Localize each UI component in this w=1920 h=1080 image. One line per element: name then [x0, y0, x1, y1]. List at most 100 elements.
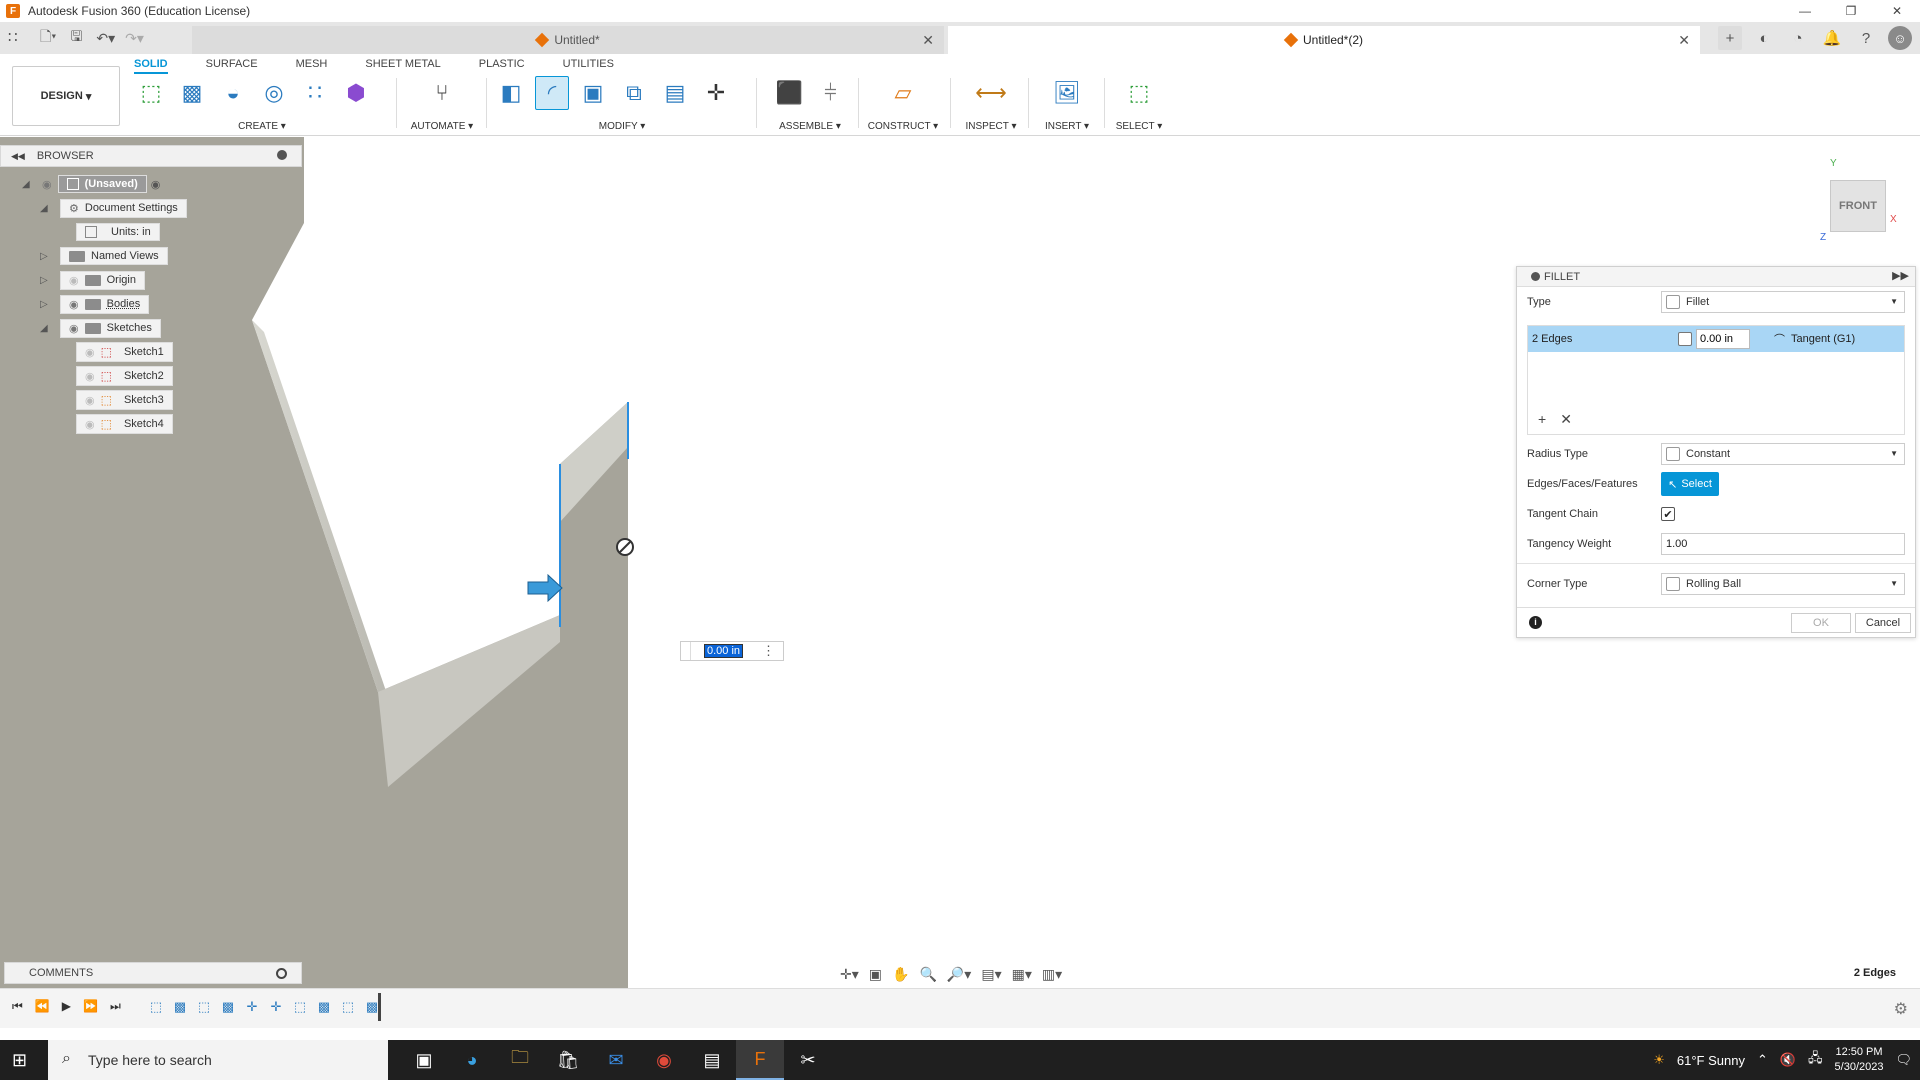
fusion-taskbar-icon[interactable]: F: [736, 1040, 784, 1080]
weather-text[interactable]: 61°F Sunny: [1677, 1053, 1745, 1068]
timeline-sketch-icon[interactable]: ⬚: [194, 997, 214, 1017]
construct-menu[interactable]: CONSTRUCT ▾: [860, 121, 946, 132]
display-settings-icon[interactable]: ▤▾: [981, 966, 1001, 983]
snipping-tool-icon[interactable]: ✂: [784, 1040, 832, 1080]
drag-grip[interactable]: [681, 642, 691, 660]
go-to-end-icon[interactable]: ⏭: [110, 999, 121, 1014]
visibility-eye-icon[interactable]: ◉: [69, 322, 79, 335]
network-icon[interactable]: 🖧: [1808, 1049, 1823, 1071]
continuity-selector[interactable]: ⌒ Tangent (G1): [1774, 331, 1855, 347]
edge-radius-input[interactable]: [1696, 329, 1750, 349]
new-component-icon[interactable]: ⬛: [773, 76, 807, 110]
tab-surface[interactable]: SURFACE: [206, 58, 258, 74]
browser-item-sketches[interactable]: ◢ ◉ Sketches: [40, 318, 161, 338]
browser-item-named-views[interactable]: ▷ Named Views: [40, 246, 168, 266]
hidden-eye-icon[interactable]: ◉: [69, 274, 79, 287]
step-forward-icon[interactable]: ⏩: [83, 999, 98, 1014]
press-pull-icon[interactable]: ◧: [494, 76, 528, 110]
edge-browser-icon[interactable]: ◕: [448, 1040, 496, 1080]
view-cube[interactable]: Y FRONT X Z: [1820, 158, 1900, 248]
notifications-bell-icon[interactable]: 🔔: [1820, 26, 1844, 50]
close-icon[interactable]: ✕: [1874, 0, 1920, 22]
cancel-button[interactable]: Cancel: [1855, 613, 1911, 633]
tab-untitled-2[interactable]: Untitled*(2) ✕: [948, 26, 1700, 54]
redo-icon[interactable]: ↷▾: [125, 30, 144, 47]
browser-item-sketch3[interactable]: ◉ ⬚ Sketch3: [76, 390, 173, 410]
hole-icon[interactable]: ◎: [257, 76, 291, 110]
fillet-manipulator-arrow[interactable]: [527, 573, 563, 603]
tab-mesh[interactable]: MESH: [296, 58, 328, 74]
app-window-icon[interactable]: ▤: [688, 1040, 736, 1080]
store-icon[interactable]: 🛍: [544, 1040, 592, 1080]
collapse-triangle-icon[interactable]: ◢: [22, 179, 34, 190]
go-to-start-icon[interactable]: ⏮: [12, 999, 23, 1014]
create-menu[interactable]: CREATE ▾: [134, 121, 390, 132]
extensions-icon[interactable]: ◐: [1752, 26, 1776, 50]
select-menu[interactable]: SELECT ▾: [1108, 121, 1170, 132]
pattern-icon[interactable]: ∷: [298, 76, 332, 110]
fit-icon[interactable]: 🔎▾: [947, 966, 971, 983]
job-status-icon[interactable]: ◔: [1786, 26, 1810, 50]
expand-triangle-icon[interactable]: ▷: [40, 275, 52, 286]
viewports-icon[interactable]: ▥▾: [1042, 966, 1062, 983]
add-comment-icon[interactable]: [276, 968, 287, 979]
hidden-eye-icon[interactable]: ◉: [85, 346, 95, 359]
extrude-icon[interactable]: ▩: [175, 76, 209, 110]
move-copy-icon[interactable]: ✛: [699, 76, 733, 110]
window-select-icon[interactable]: ⬚: [1122, 76, 1156, 110]
timeline-extrude-icon[interactable]: ▩: [218, 997, 238, 1017]
tab-untitled[interactable]: Untitled* ✕: [192, 26, 944, 54]
chrome-icon[interactable]: ◉: [640, 1040, 688, 1080]
grid-snaps-icon[interactable]: ▦▾: [1012, 966, 1032, 983]
activate-radio-icon[interactable]: ◉: [151, 178, 161, 191]
minimize-icon[interactable]: —: [1782, 0, 1828, 22]
browser-item-sketch1[interactable]: ◉ ⬚ Sketch1: [76, 342, 173, 362]
timeline-extrude-icon[interactable]: ▩: [170, 997, 190, 1017]
timeline-extrude-icon[interactable]: ▩: [314, 997, 334, 1017]
browser-item-sketch2[interactable]: ◉ ⬚ Sketch2: [76, 366, 173, 386]
step-back-icon[interactable]: ⏪: [35, 999, 50, 1014]
corner-type-dropdown[interactable]: Rolling Ball ▼: [1661, 573, 1905, 595]
timeline-sketch-icon[interactable]: ⬚: [290, 997, 310, 1017]
expand-triangle-icon[interactable]: ▷: [40, 251, 52, 262]
tangent-chain-checkbox[interactable]: ✔: [1661, 507, 1675, 521]
tab-utilities[interactable]: UTILITIES: [563, 58, 614, 74]
offset-plane-icon[interactable]: ▱: [886, 76, 920, 110]
hidden-eye-icon[interactable]: ◉: [85, 394, 95, 407]
type-dropdown[interactable]: Fillet ▼: [1661, 291, 1905, 313]
hidden-eye-icon[interactable]: ◉: [85, 370, 95, 383]
automate-menu[interactable]: AUTOMATE ▾: [404, 121, 480, 132]
tab-close-icon[interactable]: ✕: [1678, 32, 1690, 49]
clock[interactable]: 12:50 PM 5/30/2023: [1835, 1045, 1884, 1075]
browser-item-document-settings[interactable]: ◢ ⚙ Document Settings: [40, 198, 187, 218]
insert-menu[interactable]: INSERT ▾: [1034, 121, 1100, 132]
remove-selection-set-icon[interactable]: ✕: [1560, 411, 1572, 428]
joint-icon[interactable]: ⫩: [814, 76, 848, 110]
offset-face-icon[interactable]: ▤: [658, 76, 692, 110]
more-options-icon[interactable]: ⋮: [762, 643, 775, 659]
timeline-sketch-icon[interactable]: ⬚: [146, 997, 166, 1017]
form-icon[interactable]: ⬢: [339, 76, 373, 110]
workspace-switcher-button[interactable]: DESIGN ▾: [12, 66, 120, 126]
modify-menu[interactable]: MODIFY ▾: [494, 121, 750, 132]
edge-direction-icon[interactable]: [616, 538, 634, 556]
fillet-dialog-header[interactable]: FILLET ▶▶: [1517, 267, 1915, 287]
volume-muted-icon[interactable]: 🔇: [1780, 1052, 1796, 1068]
revolve-icon[interactable]: ◒: [216, 76, 250, 110]
tab-plastic[interactable]: PLASTIC: [479, 58, 525, 74]
timeline-move-icon[interactable]: ✛: [266, 997, 286, 1017]
ok-button[interactable]: OK: [1791, 613, 1851, 633]
comments-panel[interactable]: COMMENTS: [4, 962, 302, 984]
expand-triangle-icon[interactable]: ▷: [40, 299, 52, 310]
pin-icon[interactable]: [277, 150, 287, 160]
look-at-icon[interactable]: ▣: [869, 966, 882, 983]
tab-solid[interactable]: SOLID: [134, 58, 168, 74]
pan-hand-icon[interactable]: ✋: [892, 966, 909, 983]
windows-start-icon[interactable]: ⊞: [12, 1050, 27, 1071]
radius-type-dropdown[interactable]: Constant ▼: [1661, 443, 1905, 465]
task-view-icon[interactable]: ▣: [400, 1040, 448, 1080]
fillet-radius-heads-up-input[interactable]: 0.00 in ⋮: [680, 641, 784, 661]
inspect-menu[interactable]: INSPECT ▾: [958, 121, 1024, 132]
visibility-eye-icon[interactable]: ◉: [42, 178, 52, 191]
measure-icon[interactable]: ⟷: [974, 76, 1008, 110]
